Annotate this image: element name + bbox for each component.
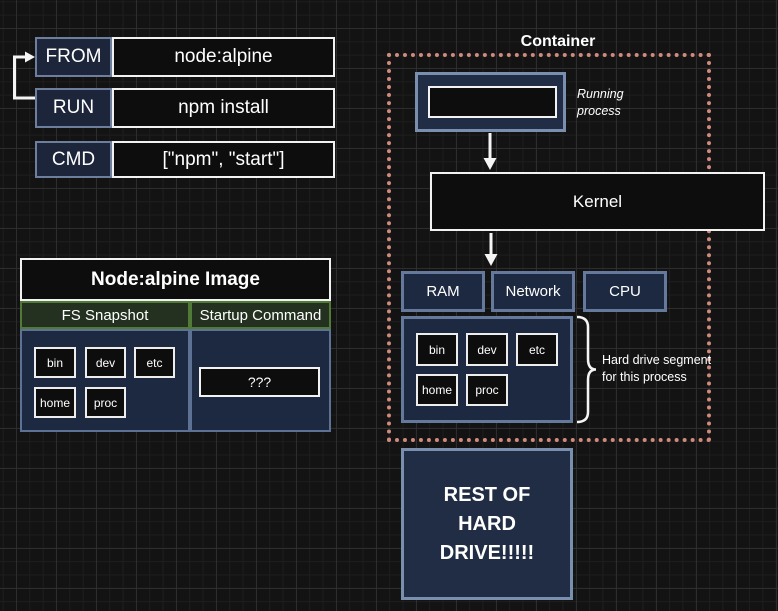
startup-command-placeholder: ??? [199, 367, 320, 397]
image-fs-folder-dev: dev [85, 347, 126, 378]
image-fs-folder-proc: proc [85, 387, 126, 418]
cpu-box: CPU [583, 271, 667, 312]
container-fs-folder-etc: etc [516, 333, 558, 366]
running-process-label: Running process [577, 86, 667, 120]
running-process-inner-box [428, 86, 557, 118]
dockerfile-instruction-run: RUN [35, 88, 112, 128]
dockerfile-value-cmd: ["npm", "start"] [112, 141, 335, 178]
dockerfile-instruction-from: FROM [35, 37, 112, 77]
dockerfile-value-run: npm install [112, 88, 335, 128]
image-fs-folder-home: home [34, 387, 76, 418]
container-title: Container [389, 32, 727, 52]
kernel-box: Kernel [430, 172, 765, 231]
hard-drive-segment-label: Hard drive segment for this process [602, 352, 732, 386]
loop-arrow-icon [15, 52, 36, 99]
container-fs-folder-proc: proc [466, 374, 508, 406]
dockerfile-instruction-cmd: CMD [35, 141, 112, 178]
rest-of-hard-drive-box: REST OF HARD DRIVE!!!!! [401, 448, 573, 600]
container-fs-folder-dev: dev [466, 333, 508, 366]
image-table-header-fs-snapshot: FS Snapshot [20, 301, 190, 329]
dockerfile-value-from: node:alpine [112, 37, 335, 77]
network-box: Network [491, 271, 575, 312]
image-table-title: Node:alpine Image [20, 258, 331, 301]
container-fs-folder-bin: bin [416, 333, 458, 366]
image-fs-folder-etc: etc [134, 347, 175, 378]
container-fs-folder-home: home [416, 374, 458, 406]
image-table-header-startup-command: Startup Command [190, 301, 331, 329]
diagram-canvas: FROM node:alpine RUN npm install CMD ["n… [0, 0, 778, 611]
image-fs-folder-bin: bin [34, 347, 76, 378]
ram-box: RAM [401, 271, 485, 312]
